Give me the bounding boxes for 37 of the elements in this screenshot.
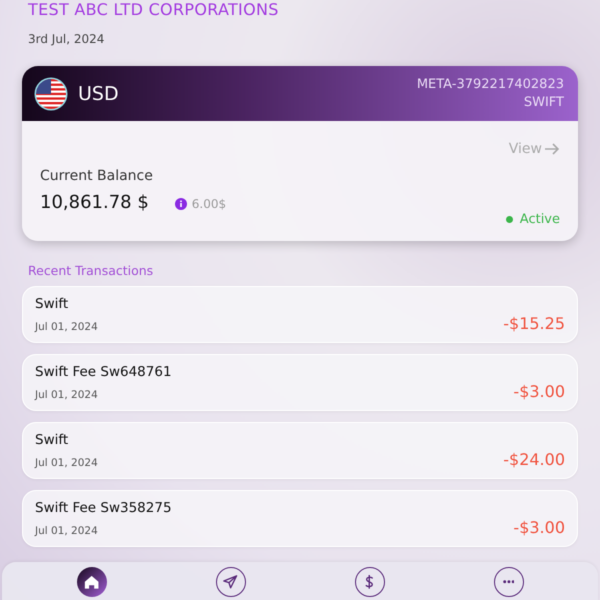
transaction-amount: -$24.00	[503, 450, 565, 469]
account-number: META-3792217402823	[416, 77, 564, 92]
flag-icon	[34, 76, 68, 110]
send-icon	[223, 575, 238, 589]
balance-amount: 10,861.78 $	[40, 192, 149, 212]
transaction-card[interactable]: Swift Jul 01, 2024 -$24.00	[22, 422, 578, 479]
transaction-title: Swift Fee Sw358275	[35, 500, 173, 516]
arrow-right-icon	[544, 142, 560, 156]
transaction-card[interactable]: Swift Fee Sw648761 Jul 01, 2024 -$3.00	[22, 354, 578, 411]
balance-label: Current Balance	[40, 168, 154, 184]
info-icon	[174, 198, 187, 210]
transaction-amount: -$15.25	[503, 314, 565, 333]
transaction-card[interactable]: Swift Fee Sw358275 Jul 01, 2024 -$3.00	[22, 490, 578, 547]
transaction-date: Jul 01, 2024	[35, 457, 99, 469]
transaction-title: Swift	[35, 296, 70, 312]
transaction-title: Swift Fee Sw648761	[35, 364, 173, 380]
dollar-icon	[365, 575, 374, 589]
date-text: 3rd Jul, 2024	[28, 32, 106, 46]
nav-tab[interactable]	[216, 567, 246, 597]
section-title: Recent Transactions	[28, 263, 154, 278]
currency-code: USD	[78, 82, 119, 104]
company-name: TEST ABC LTD CORPORATIONS	[28, 0, 280, 20]
nav-tab[interactable]	[76, 567, 106, 597]
transaction-amount: -$3.00	[513, 382, 565, 401]
home-icon	[84, 574, 100, 590]
transaction-date: Jul 01, 2024	[35, 389, 99, 401]
transaction-card[interactable]: Swift Jul 01, 2024 -$15.25	[22, 286, 578, 343]
nav-tab[interactable]	[494, 567, 524, 597]
network-label: SWIFT	[524, 95, 564, 110]
transaction-title: Swift	[35, 432, 70, 448]
nav-tab[interactable]	[354, 567, 384, 597]
transaction-amount: -$3.00	[513, 518, 565, 537]
transaction-date: Jul 01, 2024	[35, 525, 99, 537]
more-icon	[502, 580, 514, 584]
transaction-date: Jul 01, 2024	[35, 321, 99, 333]
fee-amount: 6.00$	[192, 197, 226, 211]
status-text: Active	[520, 212, 560, 227]
